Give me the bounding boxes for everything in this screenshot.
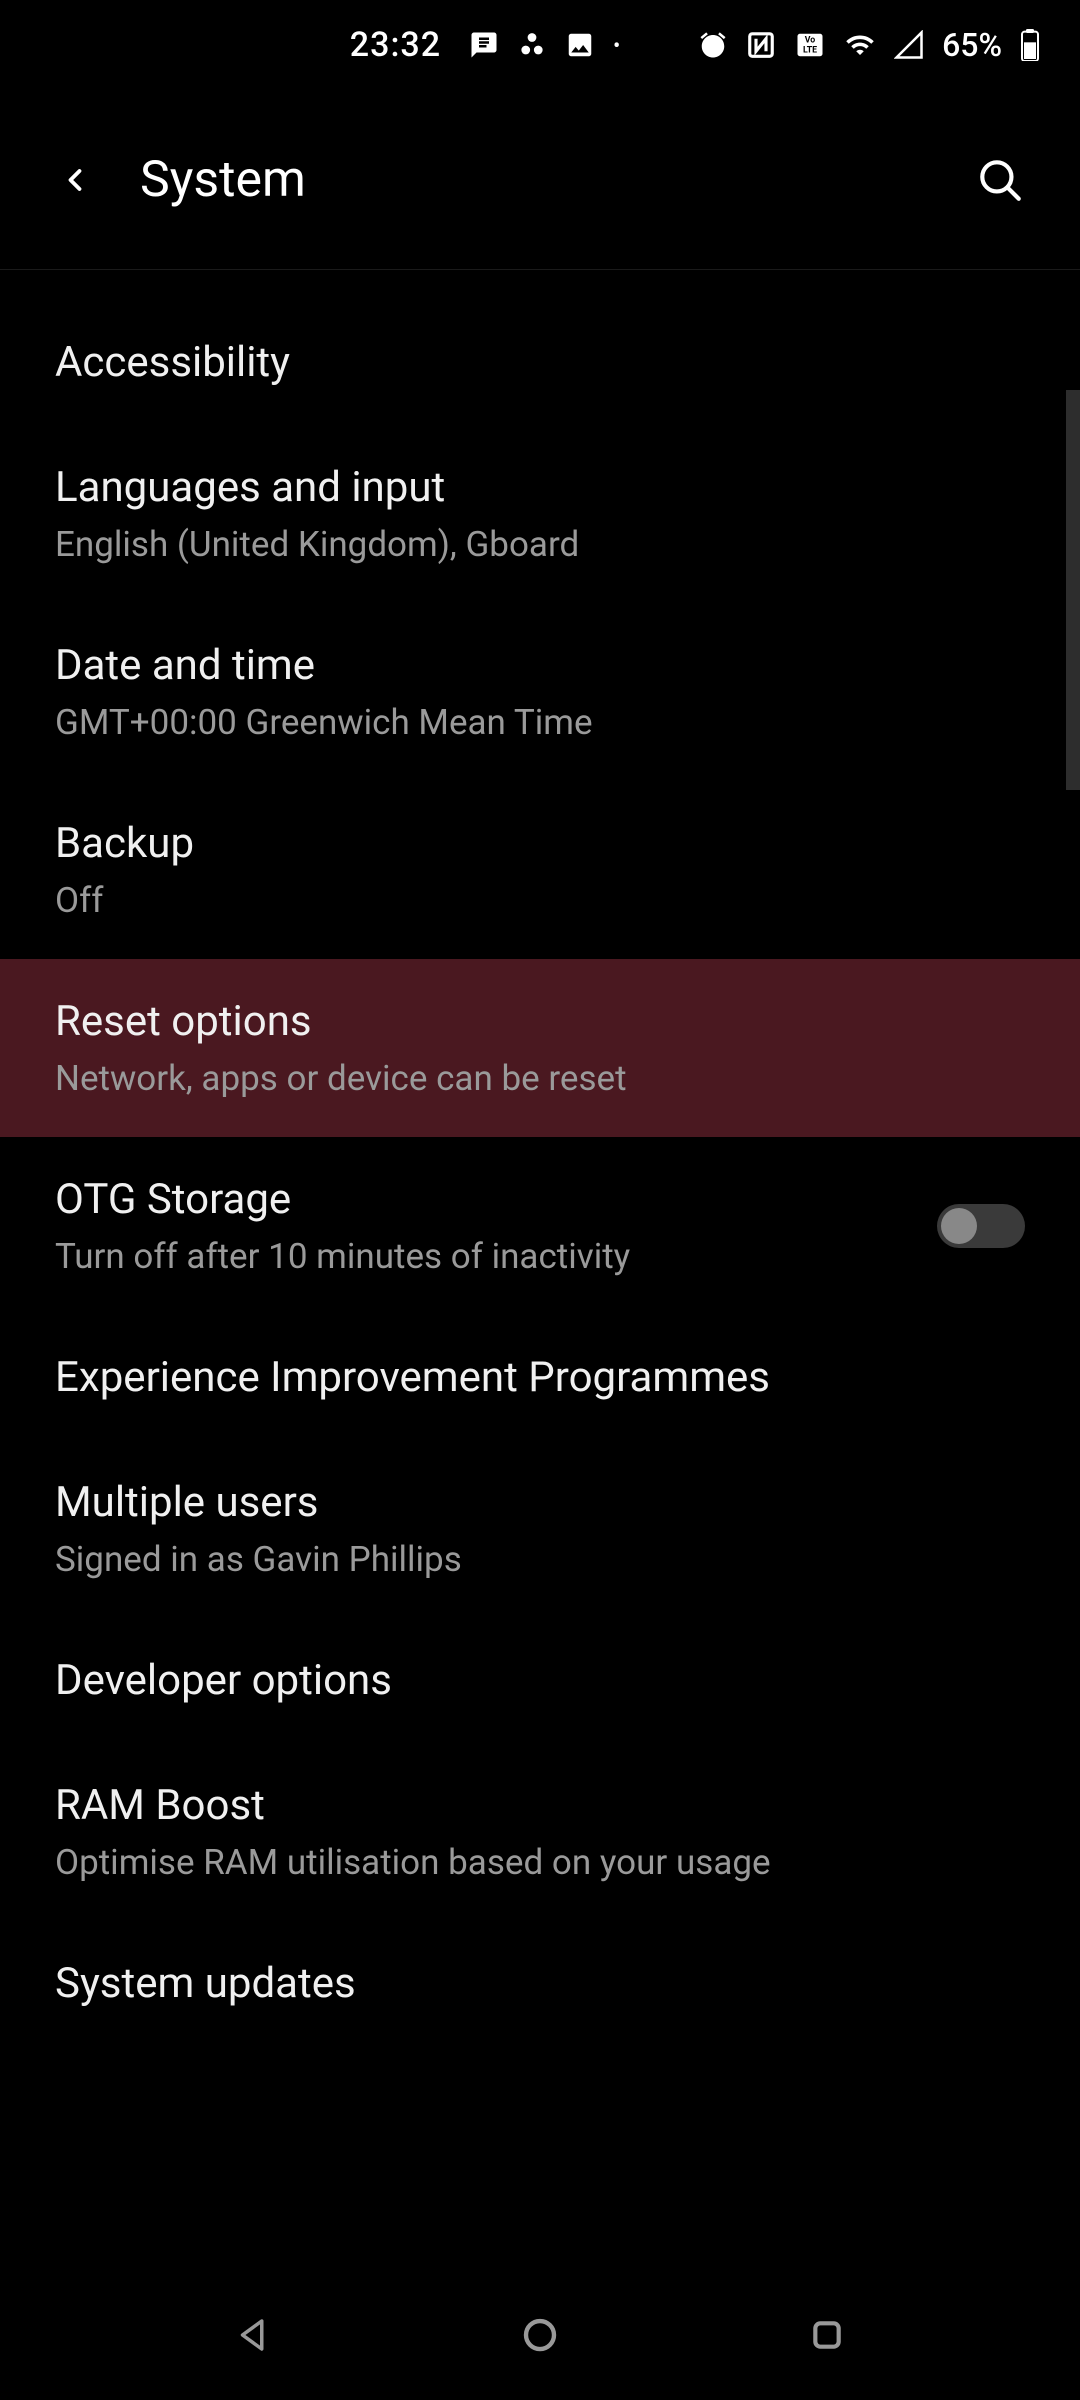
nav-back-button[interactable] <box>223 2305 283 2365</box>
list-title: Developer options <box>55 1656 1025 1705</box>
status-bar: 23:32 • VoLTE 65% <box>0 0 1080 90</box>
alarm-icon <box>698 30 728 60</box>
list-item-system-updates[interactable]: System updates <box>0 1921 1080 2046</box>
svg-text:LTE: LTE <box>803 46 817 56</box>
list-subtitle: Optimise RAM utilisation based on your u… <box>55 1842 1025 1883</box>
list-title: Accessibility <box>55 338 1025 387</box>
list-title: Reset options <box>55 997 1025 1046</box>
search-button[interactable] <box>970 150 1030 210</box>
status-icons-right: VoLTE 65% <box>698 26 1040 64</box>
dot-icon: • <box>613 33 620 57</box>
list-subtitle: GMT+00:00 Greenwich Mean Time <box>55 702 1025 743</box>
nav-home-button[interactable] <box>510 2305 570 2365</box>
status-time: 23:32 <box>350 25 441 65</box>
list-title: OTG Storage <box>55 1175 1025 1224</box>
list-item-languages[interactable]: Languages and input English (United King… <box>0 425 1080 603</box>
list-title: System updates <box>55 1959 1025 2008</box>
list-item-experience-improvement[interactable]: Experience Improvement Programmes <box>0 1315 1080 1440</box>
list-item-multiple-users[interactable]: Multiple users Signed in as Gavin Philli… <box>0 1440 1080 1618</box>
page-title: System <box>140 151 306 209</box>
list-item-developer-options[interactable]: Developer options <box>0 1618 1080 1743</box>
app-header: System <box>0 90 1080 270</box>
toggle-knob <box>941 1208 977 1244</box>
back-button[interactable] <box>50 155 100 205</box>
nfc-icon <box>746 30 776 60</box>
dots-icon <box>517 30 547 60</box>
message-icon <box>469 30 499 60</box>
nav-recent-button[interactable] <box>797 2305 857 2365</box>
list-item-ram-boost[interactable]: RAM Boost Optimise RAM utilisation based… <box>0 1743 1080 1921</box>
volte-icon: VoLTE <box>794 30 826 60</box>
list-subtitle: Signed in as Gavin Phillips <box>55 1539 1025 1580</box>
list-title: Languages and input <box>55 463 1025 512</box>
svg-text:Vo: Vo <box>805 36 816 46</box>
list-subtitle: English (United Kingdom), Gboard <box>55 524 1025 565</box>
list-title: Experience Improvement Programmes <box>55 1353 1025 1402</box>
list-item-reset-options[interactable]: Reset options Network, apps or device ca… <box>0 959 1080 1137</box>
list-subtitle: Off <box>55 880 1025 921</box>
list-item-accessibility[interactable]: Accessibility <box>0 300 1080 425</box>
list-item-backup[interactable]: Backup Off <box>0 781 1080 959</box>
list-title: Multiple users <box>55 1478 1025 1527</box>
status-icons-left: • <box>469 30 620 60</box>
wifi-icon <box>844 30 876 60</box>
list-item-otg-storage[interactable]: OTG Storage Turn off after 10 minutes of… <box>0 1137 1080 1315</box>
otg-toggle[interactable] <box>937 1204 1025 1248</box>
list-subtitle: Network, apps or device can be reset <box>55 1058 1025 1099</box>
battery-icon <box>1020 29 1040 61</box>
list-title: Backup <box>55 819 1025 868</box>
list-title: RAM Boost <box>55 1781 1025 1830</box>
list-item-date-time[interactable]: Date and time GMT+00:00 Greenwich Mean T… <box>0 603 1080 781</box>
battery-percent: 65% <box>942 26 1002 64</box>
navigation-bar <box>0 2270 1080 2400</box>
list-title: Date and time <box>55 641 1025 690</box>
settings-list: Accessibility Languages and input Englis… <box>0 270 1080 2046</box>
image-icon <box>565 30 595 60</box>
signal-icon <box>894 30 924 60</box>
list-subtitle: Turn off after 10 minutes of inactivity <box>55 1236 1025 1277</box>
